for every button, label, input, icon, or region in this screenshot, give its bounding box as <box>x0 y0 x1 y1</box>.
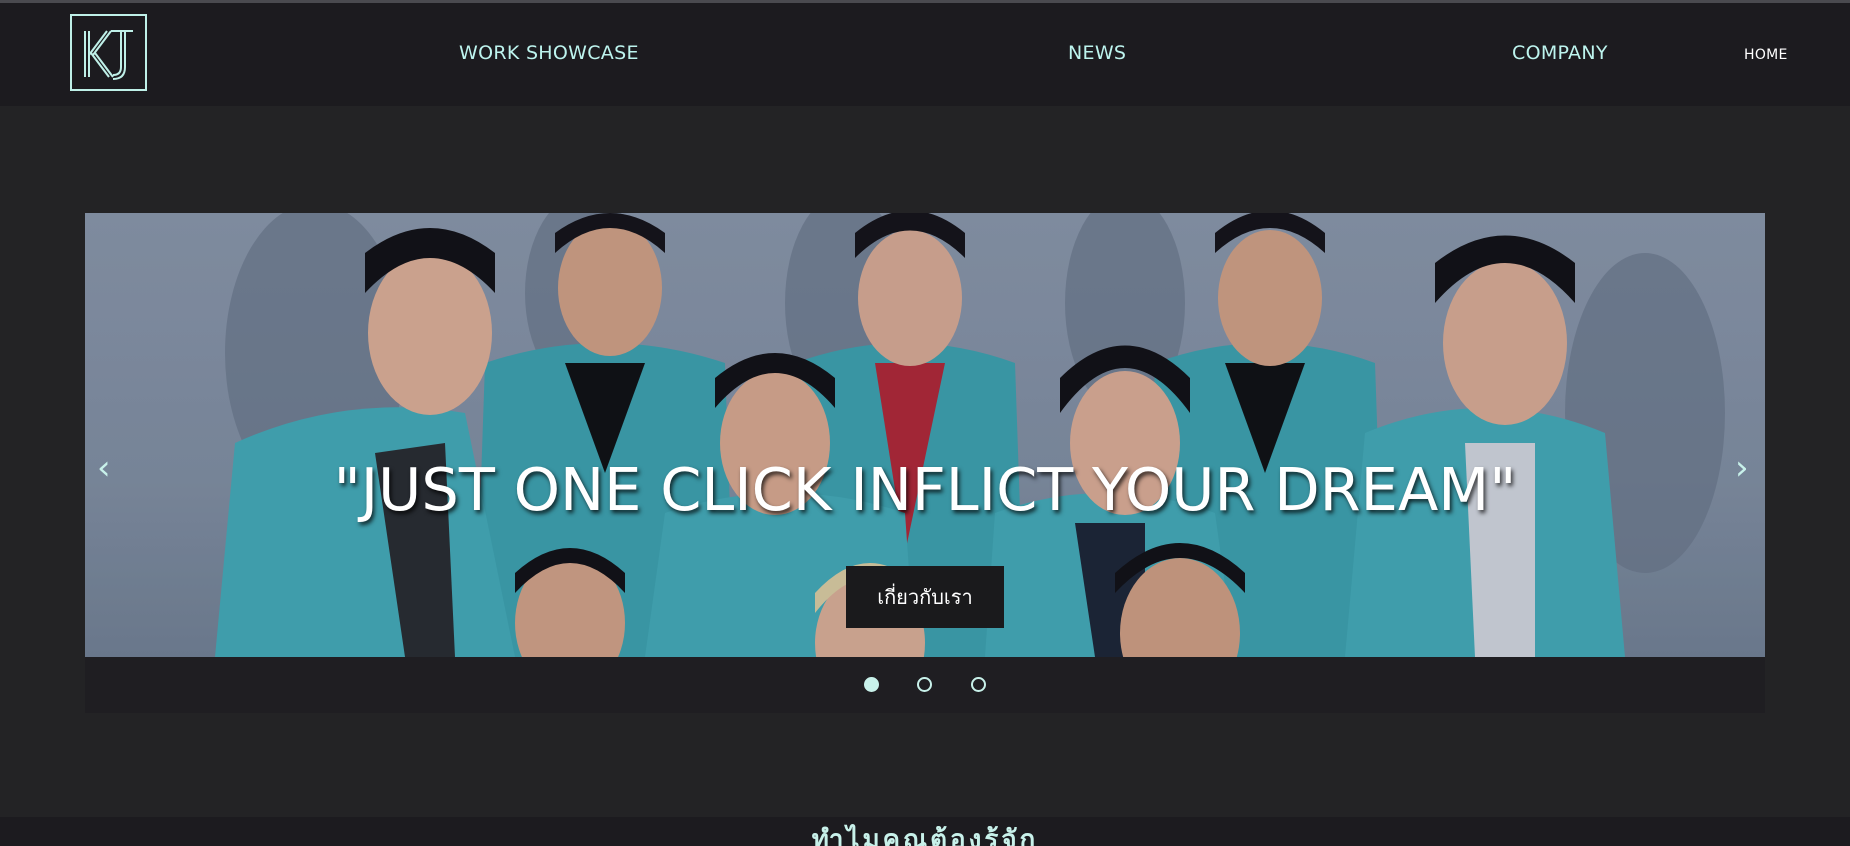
carousel-dot-1[interactable] <box>864 677 879 692</box>
kj-logo-icon <box>84 30 133 80</box>
kj-logo[interactable] <box>70 14 147 91</box>
nav-work-showcase[interactable]: WORK SHOWCASE <box>459 42 639 64</box>
carousel-next-icon[interactable]: › <box>1735 448 1749 488</box>
nav-home[interactable]: HOME <box>1744 47 1788 63</box>
nav-company[interactable]: COMPANY <box>1512 42 1608 64</box>
hero-headline: "JUST ONE CLICK INFLICT YOUR DREAM" <box>333 455 1517 524</box>
section-title: ทำไมคุณต้องรู้จัก <box>811 825 1039 846</box>
nav-news[interactable]: NEWS <box>1068 42 1126 64</box>
about-us-button[interactable]: เกี่ยวกับเรา <box>846 566 1004 628</box>
navbar: WORK SHOWCASE NEWS COMPANY HOME <box>0 3 1850 106</box>
carousel-prev-icon[interactable]: ‹ <box>97 448 111 488</box>
carousel-dot-2[interactable] <box>917 677 932 692</box>
carousel-dot-3[interactable] <box>971 677 986 692</box>
